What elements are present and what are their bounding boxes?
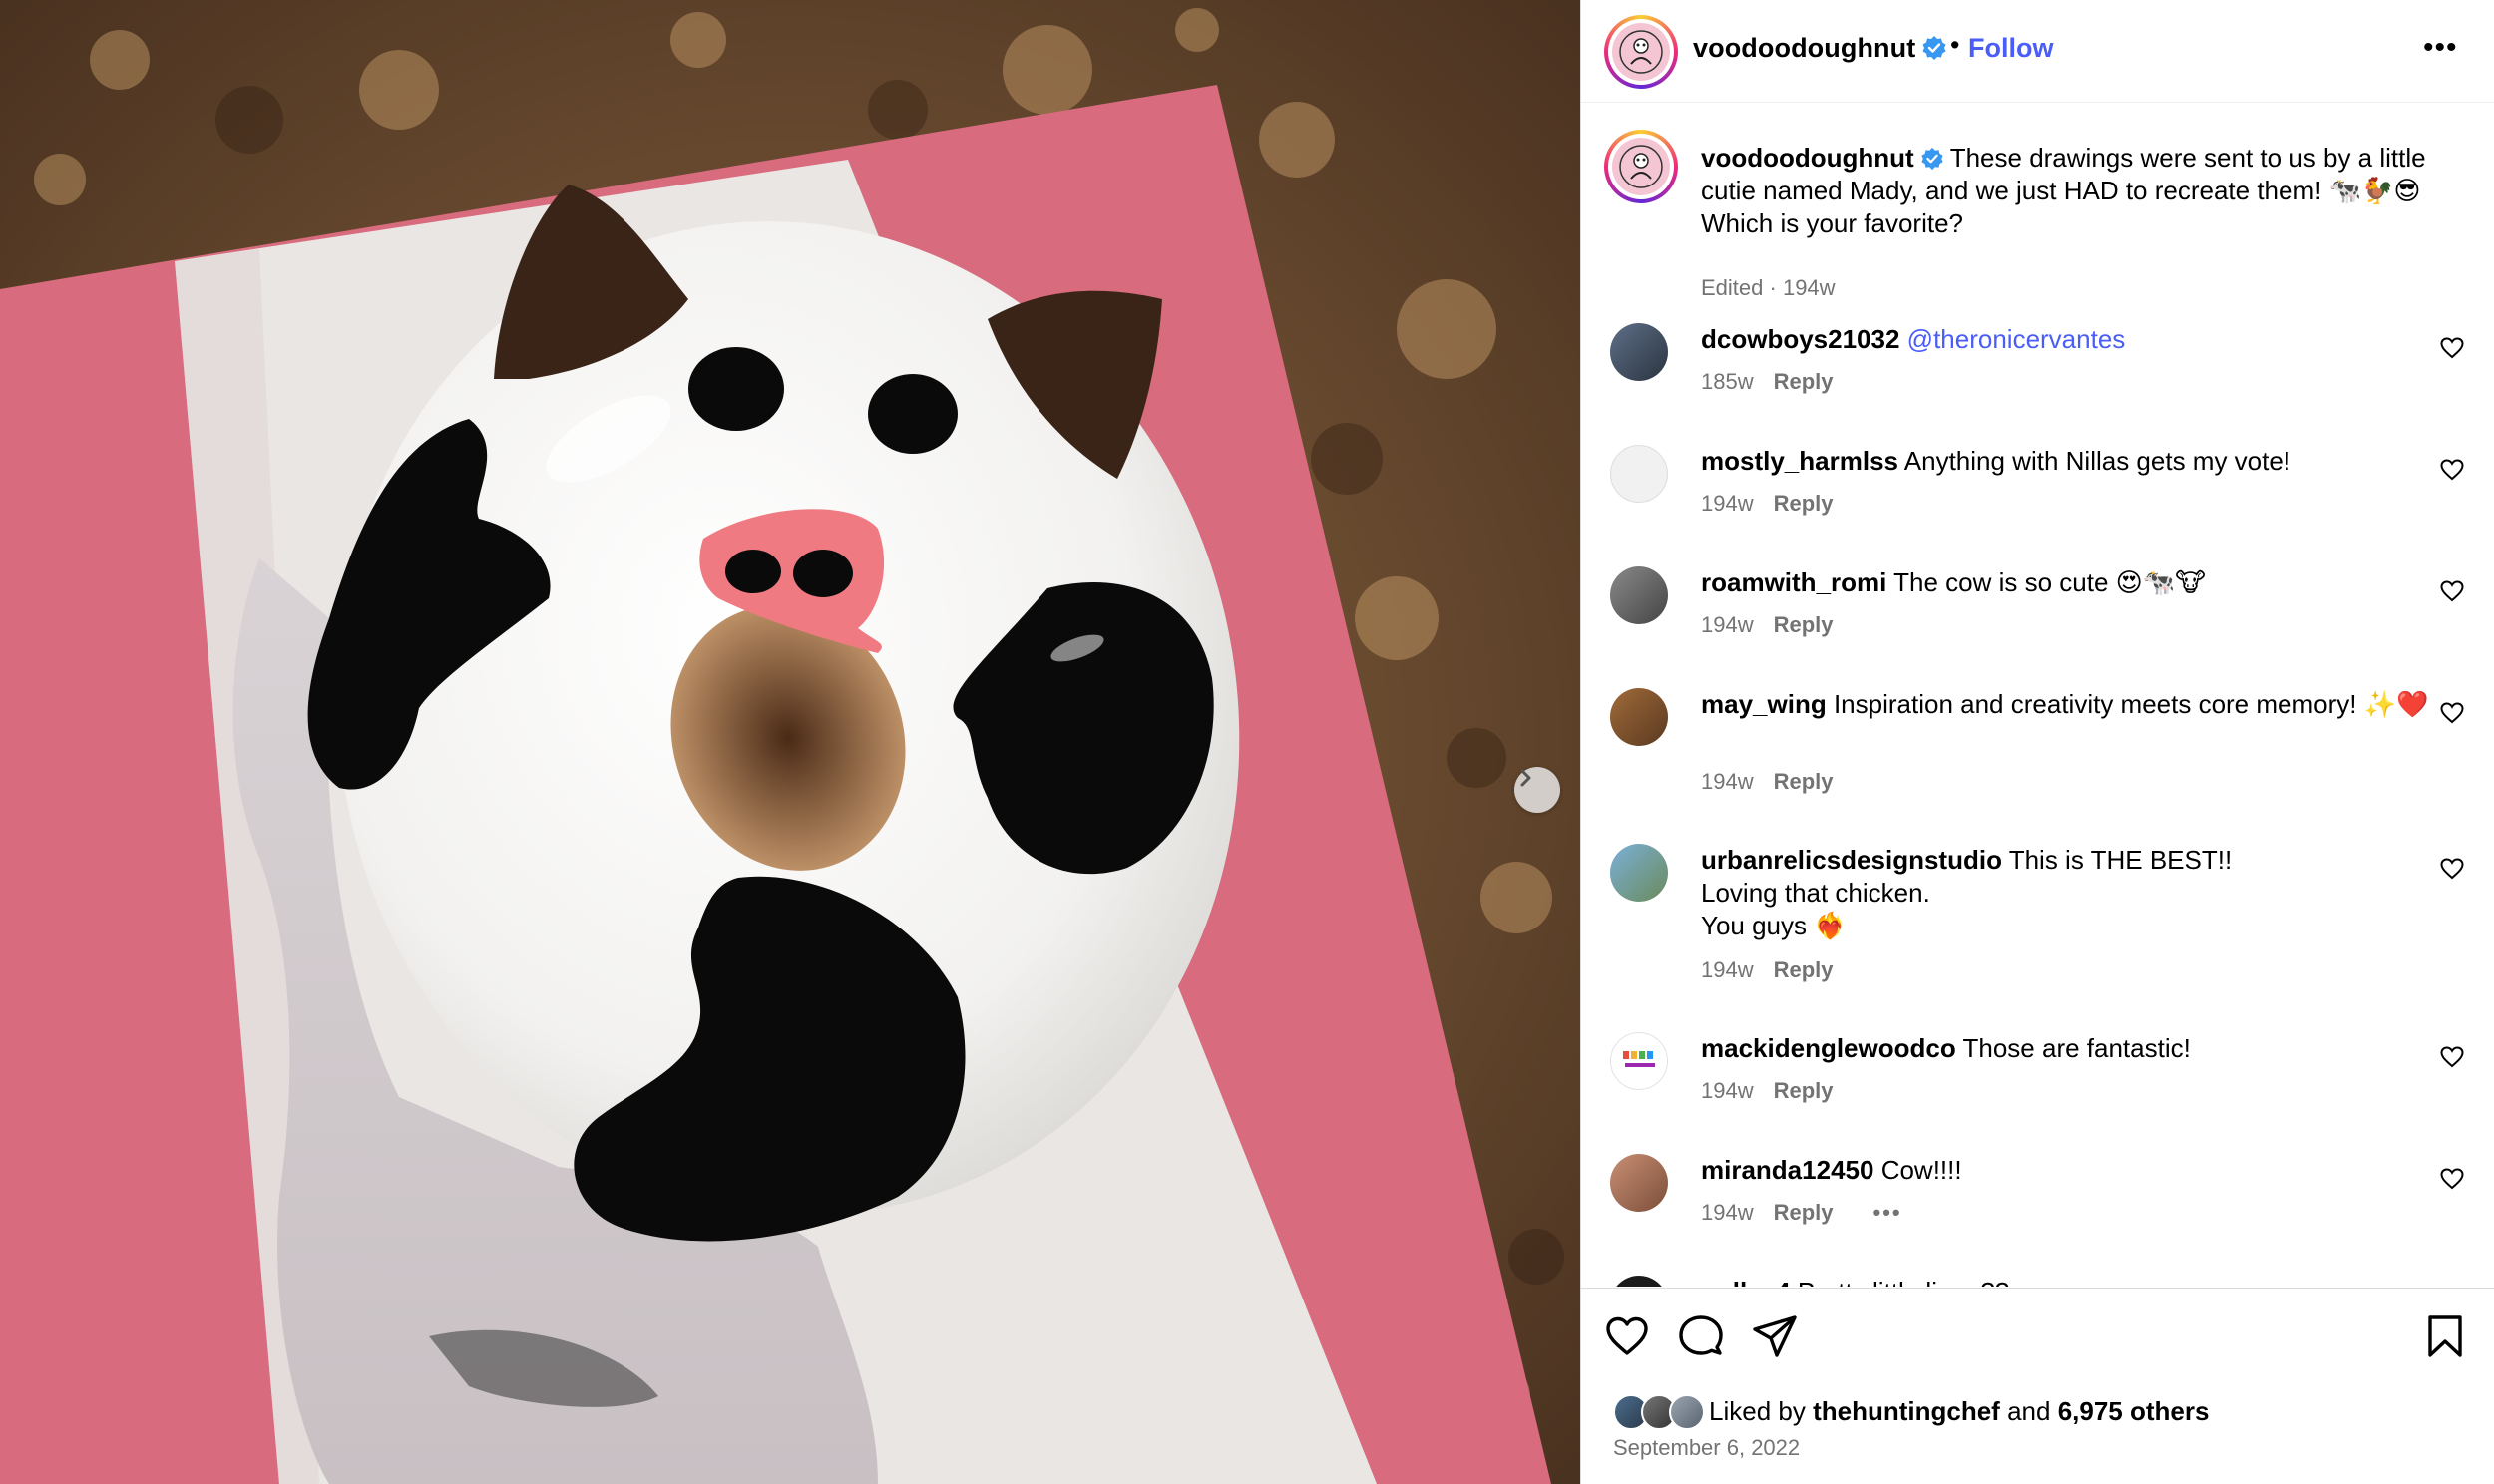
comment-meta: 194w Reply [1701, 1078, 1834, 1104]
reply-button[interactable]: Reply [1774, 491, 1834, 516]
comment-text: may_wing Inspiration and creativity meet… [1701, 688, 2439, 721]
comment-username[interactable]: roamwith_romi [1701, 567, 1886, 597]
caption-meta: Edited · 194w [1701, 275, 1836, 300]
commenter-avatar[interactable] [1610, 445, 1668, 503]
comment-time: 194w [1701, 957, 1754, 982]
likes-count[interactable]: 6,975 others [2058, 1396, 2210, 1426]
comment-icon[interactable] [1677, 1312, 1725, 1360]
comment-meta: 194w Reply [1701, 769, 1834, 795]
voodoo-logo-icon [1619, 145, 1663, 188]
comment-time: 194w [1701, 769, 1754, 794]
reply-button[interactable]: Reply [1774, 369, 1834, 394]
comment-username[interactable]: urbanrelicsdesignstudio [1701, 845, 2002, 875]
comment-body: Pretty little liars ?? [1798, 1277, 2009, 1287]
commenter-avatar[interactable] [1610, 844, 1668, 902]
comment-time: 185w [1701, 369, 1754, 394]
comment-body: Anything with Nillas gets my vote! [1903, 446, 2291, 476]
comment-meta: 185w Reply [1701, 369, 1834, 395]
reply-button[interactable]: Reply [1774, 1200, 1834, 1225]
post-header: voodoodoughnut • Follow ••• [1581, 0, 2494, 103]
share-icon[interactable] [1751, 1312, 1799, 1360]
comment-body: Cow!!!! [1880, 1155, 1962, 1185]
heart-icon[interactable] [1603, 1312, 1651, 1360]
heart-icon[interactable] [2439, 1166, 2465, 1192]
comment-time: 194w [1701, 491, 1754, 516]
verified-badge-icon [1922, 36, 1946, 60]
verified-badge-icon [1921, 147, 1943, 171]
more-options-icon[interactable]: ••• [2423, 33, 2458, 63]
reply-button[interactable]: Reply [1774, 769, 1834, 794]
caption-username[interactable]: voodoodoughnut [1701, 143, 1914, 173]
follow-button[interactable]: Follow [1968, 33, 2053, 64]
post-details-panel: voodoodoughnut • Follow ••• voodoodoughn… [1580, 0, 2494, 1484]
voodoo-logo-icon [1619, 30, 1663, 74]
comment-more-options-icon[interactable]: ••• [1873, 1200, 1902, 1225]
comment-time: 194w [1701, 612, 1754, 637]
commenter-avatar[interactable] [1610, 688, 1668, 746]
heart-icon[interactable] [2439, 700, 2465, 726]
comment-username[interactable]: mostly_harmlss [1701, 446, 1898, 476]
comment-meta: 194w Reply [1701, 957, 1834, 983]
comment-username[interactable]: pollyy4 [1701, 1277, 1791, 1287]
comment-text: dcowboys21032 @theronicervantes [1701, 323, 2439, 356]
comment-username[interactable]: may_wing [1701, 689, 1827, 719]
cow-doughnut-photo [0, 0, 1580, 1484]
comment-text: miranda12450 Cow!!!! [1701, 1154, 2439, 1187]
comment-body: Inspiration and creativity meets core me… [1833, 689, 2429, 719]
post-actions-footer: Liked by thehuntingchef and 6,975 others… [1581, 1288, 2494, 1484]
liked-by-user[interactable]: thehuntingchef [1813, 1396, 2000, 1426]
chevron-right-icon [1520, 769, 1531, 787]
heart-icon[interactable] [2439, 856, 2465, 882]
comment-meta: 194w Reply ••• [1701, 1200, 1902, 1226]
reply-button[interactable]: Reply [1774, 957, 1834, 982]
comment-text: roamwith_romi The cow is so cute 😍🐄🐮 [1701, 566, 2439, 599]
post-date: September 6, 2022 [1613, 1435, 1801, 1460]
comment-text: urbanrelicsdesignstudio This is THE BEST… [1701, 844, 2439, 942]
comment-text: pollyy4 Pretty little liars ?? [1701, 1276, 2439, 1287]
next-image-button[interactable] [1514, 767, 1560, 813]
comment-meta: 194w Reply [1701, 612, 1834, 638]
edited-label: Edited [1701, 275, 1764, 300]
author-username-text[interactable]: voodoodoughnut [1693, 33, 1915, 63]
reply-button[interactable]: Reply [1774, 612, 1834, 637]
author-avatar[interactable] [1604, 15, 1678, 89]
separator-dot: • [1950, 30, 1960, 60]
comment-time: 194w [1701, 1200, 1754, 1225]
commenter-avatar[interactable] [1610, 1154, 1668, 1212]
heart-icon[interactable] [2439, 1044, 2465, 1070]
liked-by-label: Liked by [1709, 1396, 1806, 1426]
commenter-avatar[interactable] [1610, 323, 1668, 381]
comment-mention[interactable]: @theronicervantes [1907, 324, 2126, 354]
comment-time: 194w [1701, 1078, 1754, 1103]
comment-username[interactable]: dcowboys21032 [1701, 324, 1899, 354]
bookmark-icon[interactable] [2421, 1312, 2469, 1360]
comment-body: The cow is so cute 😍🐄🐮 [1893, 567, 2206, 597]
commenter-avatar[interactable] [1610, 1276, 1668, 1287]
likes-summary: Liked by thehuntingchef and 6,975 others [1613, 1394, 2209, 1430]
post-image[interactable] [0, 0, 1580, 1484]
comments-list[interactable]: voodoodoughnut These drawings were sent … [1581, 104, 2494, 1287]
comment-text: mostly_harmlss Anything with Nillas gets… [1701, 445, 2439, 478]
caption-time: 194w [1782, 275, 1836, 300]
author-username[interactable]: voodoodoughnut [1693, 33, 1947, 64]
colorful-logo-icon [1623, 1051, 1655, 1067]
heart-icon[interactable] [2439, 457, 2465, 483]
caption-text: voodoodoughnut These drawings were sent … [1701, 142, 2439, 240]
caption-avatar[interactable] [1604, 130, 1678, 203]
comment-body: Those are fantastic! [1962, 1033, 2191, 1063]
comment-text: mackidenglewoodco Those are fantastic! [1701, 1032, 2439, 1065]
comment-meta: 194w Reply [1701, 491, 1834, 517]
commenter-avatar[interactable] [1610, 1032, 1668, 1090]
comment-username[interactable]: mackidenglewoodco [1701, 1033, 1956, 1063]
liker-avatars[interactable] [1613, 1394, 1705, 1430]
heart-icon[interactable] [2439, 335, 2465, 361]
comment-username[interactable]: miranda12450 [1701, 1155, 1873, 1185]
reply-button[interactable]: Reply [1774, 1078, 1834, 1103]
and-label: and [2007, 1396, 2051, 1426]
commenter-avatar[interactable] [1610, 566, 1668, 624]
heart-icon[interactable] [2439, 578, 2465, 604]
